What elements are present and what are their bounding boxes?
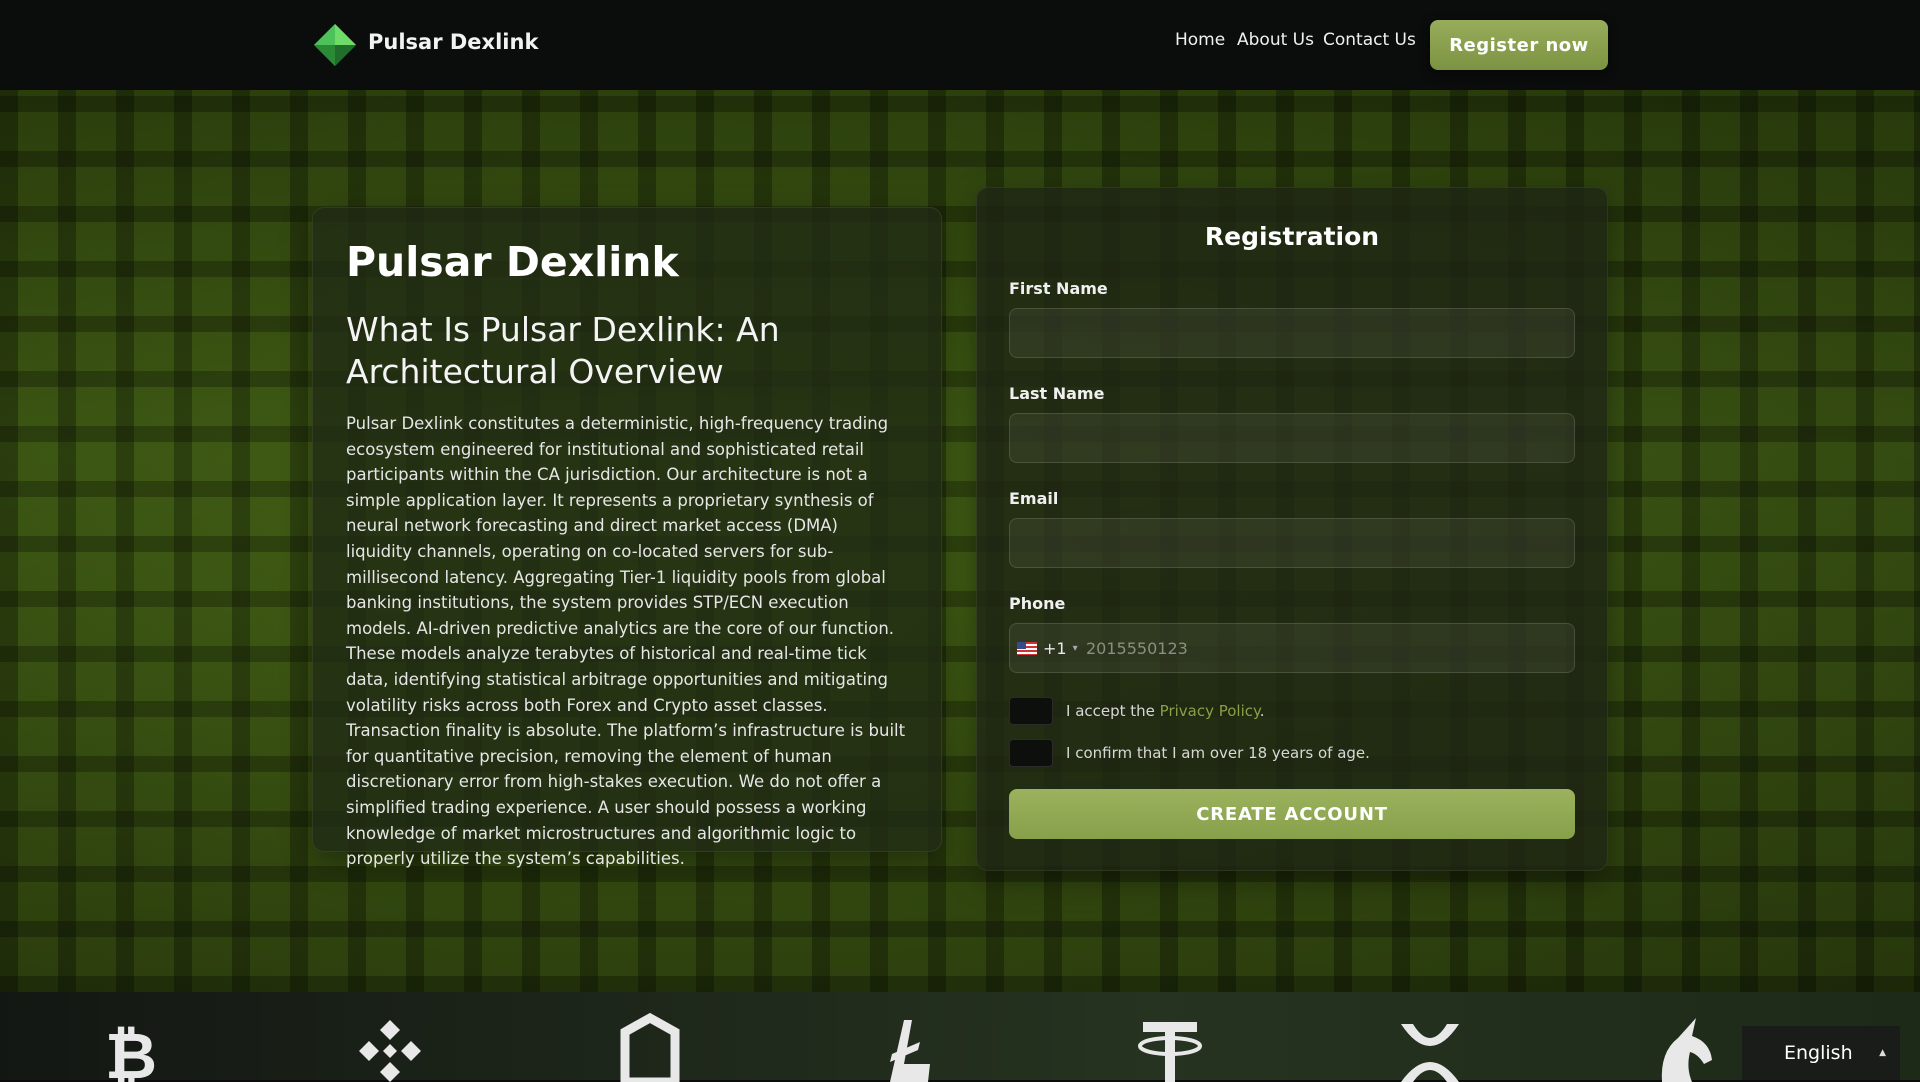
litecoin-icon (890, 1020, 930, 1082)
nav-about-us[interactable]: About Us (1237, 30, 1314, 50)
brand-name[interactable]: Pulsar Dexlink (368, 30, 538, 54)
email-field: Email (1009, 489, 1575, 568)
register-now-button[interactable]: Register now (1430, 20, 1608, 70)
registration-form: Registration First Name Last Name Email … (976, 187, 1608, 871)
site-header: Pulsar Dexlink Home About Us Contact Us … (0, 0, 1920, 90)
diamond-logo-icon[interactable] (313, 23, 357, 67)
crypto-logo-strip: ₿ (0, 992, 1920, 1082)
country-code: +1 (1043, 638, 1067, 658)
phone-input-wrapper: +1 ▾ (1009, 623, 1575, 673)
last-name-field: Last Name (1009, 384, 1575, 463)
binance-icon (359, 1020, 421, 1082)
privacy-consent-text: I accept the Privacy Policy. (1066, 702, 1265, 720)
age-consent-row: I confirm that I am over 18 years of age… (1009, 739, 1370, 767)
privacy-checkbox[interactable] (1009, 697, 1053, 725)
bitcoin-icon: ₿ (105, 1020, 157, 1082)
privacy-prefix-text: I accept the (1066, 702, 1160, 720)
privacy-suffix-text: . (1259, 702, 1265, 720)
age-consent-text: I confirm that I am over 18 years of age… (1066, 744, 1370, 762)
first-name-field: First Name (1009, 279, 1575, 358)
first-name-input[interactable] (1009, 308, 1575, 358)
nav-home[interactable]: Home (1175, 30, 1225, 50)
language-label: English (1784, 1042, 1853, 1064)
about-description: Pulsar Dexlink constitutes a determinist… (346, 414, 906, 869)
xrp-icon (1401, 1024, 1459, 1082)
first-name-label: First Name (1009, 279, 1108, 298)
tether-icon (1138, 1022, 1202, 1082)
phone-input[interactable] (1009, 623, 1575, 673)
hero-background (0, 90, 1920, 992)
about-subtitle: What Is Pulsar Dexlink: An Architectural… (346, 310, 780, 392)
last-name-input[interactable] (1009, 413, 1575, 463)
email-label: Email (1009, 489, 1059, 508)
hexagon-coin-icon (620, 1012, 680, 1082)
caret-up-icon: ▲ (1879, 1048, 1886, 1058)
svg-text:₿: ₿ (105, 1020, 157, 1082)
phone-field: Phone +1 ▾ (1009, 594, 1575, 673)
about-card: Pulsar Dexlink What Is Pulsar Dexlink: A… (312, 207, 942, 868)
form-title: Registration (1204, 222, 1380, 251)
age-checkbox[interactable] (1009, 739, 1053, 767)
us-flag-icon (1017, 641, 1037, 655)
country-code-selector[interactable]: +1 ▾ (1017, 623, 1078, 673)
unicorn-icon (1661, 1018, 1712, 1082)
privacy-policy-link[interactable]: Privacy Policy (1160, 702, 1260, 720)
phone-label: Phone (1009, 594, 1066, 613)
language-selector[interactable]: English ▲ (1742, 1026, 1900, 1080)
last-name-label: Last Name (1009, 384, 1105, 403)
chevron-down-icon: ▾ (1072, 642, 1078, 654)
create-account-button[interactable]: CREATE ACCOUNT (1009, 789, 1575, 839)
privacy-consent-row: I accept the Privacy Policy. (1009, 697, 1265, 725)
nav-contact-us[interactable]: Contact Us (1323, 30, 1416, 50)
email-input[interactable] (1009, 518, 1575, 568)
about-title: Pulsar Dexlink (346, 238, 679, 286)
